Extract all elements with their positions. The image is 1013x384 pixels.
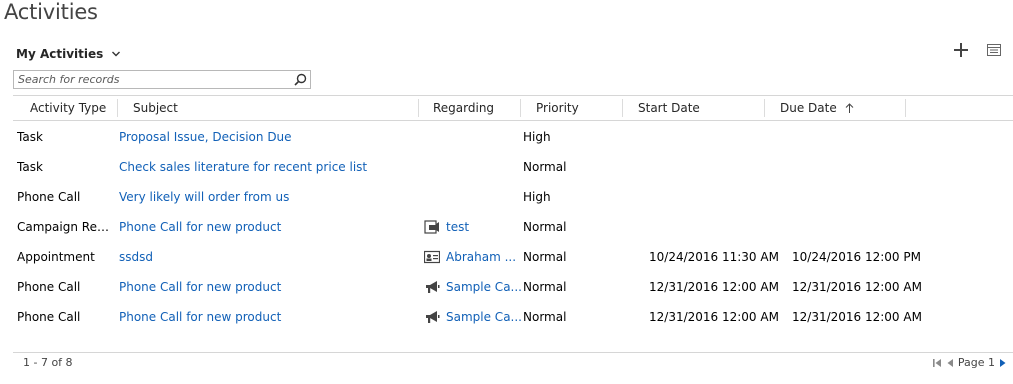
cell-priority: High — [523, 190, 551, 204]
header-bottom-divider — [13, 120, 1013, 121]
column-header-regarding[interactable]: Regarding — [433, 96, 494, 120]
cell-activity-type: Phone Call — [17, 310, 81, 324]
page-title: Activities — [4, 0, 98, 24]
column-header-activity-type[interactable]: Activity Type — [30, 96, 106, 120]
footer-divider — [13, 352, 1013, 353]
table-row[interactable]: Phone Call Phone Call for new product Samp… — [13, 302, 1013, 332]
first-page-icon[interactable] — [932, 358, 942, 368]
plus-icon[interactable] — [953, 42, 969, 58]
previous-page-icon[interactable] — [946, 358, 954, 368]
table-row[interactable]: Campaign Resp... Phone Call for new produ… — [13, 212, 1013, 242]
cell-subject-link[interactable]: ssdsd — [119, 242, 419, 272]
cell-regarding-link[interactable]: Sample Ca... — [446, 302, 522, 332]
cell-due-date: 12/31/2016 12:00 AM — [792, 280, 922, 294]
table-row[interactable]: Task Proposal Issue, Decision Due High — [13, 122, 1013, 152]
cell-start-date: 12/31/2016 12:00 AM — [649, 310, 779, 324]
cell-due-date — [792, 122, 932, 152]
column-header-priority[interactable]: Priority — [536, 96, 579, 120]
cell-subject-link[interactable]: Phone Call for new product — [119, 272, 419, 302]
cell-start-date — [649, 182, 789, 212]
cell-regarding[interactable]: Sample Ca... — [424, 302, 524, 332]
cell-due-date — [792, 152, 932, 182]
campaign-response-icon — [424, 220, 439, 234]
cell-regarding-link[interactable]: Sample Ca... — [446, 272, 522, 302]
column-header-start-date[interactable]: Start Date — [638, 96, 700, 120]
cell-priority: Normal — [523, 220, 567, 234]
cell-due-date: 12/31/2016 12:00 AM — [792, 310, 922, 324]
cell-subject-link[interactable]: Phone Call for new product — [119, 212, 419, 242]
cell-activity-type: Phone Call — [17, 280, 81, 294]
column-separator[interactable] — [117, 99, 118, 117]
grid-header: Activity Type Subject Regarding Priority… — [13, 96, 1013, 120]
cell-priority: Normal — [523, 310, 567, 324]
grid-view-icon[interactable] — [987, 44, 1001, 56]
cell-activity-type: Appointment — [17, 250, 95, 264]
view-selector-label: My Activities — [16, 47, 104, 61]
page-label: Page 1 — [957, 356, 995, 369]
search-icon[interactable] — [294, 73, 307, 86]
view-selector[interactable]: My Activities — [16, 47, 121, 61]
table-row[interactable]: Appointment ssdsd Abraham ... Normal 10/24/2… — [13, 242, 1013, 272]
column-header-subject[interactable]: Subject — [133, 96, 178, 120]
cell-activity-type: Task — [17, 160, 43, 174]
cell-start-date — [649, 122, 789, 152]
sort-ascending-icon — [845, 103, 853, 113]
table-row[interactable]: Phone Call Phone Call for new product Samp… — [13, 272, 1013, 302]
cell-start-date — [649, 152, 789, 182]
cell-start-date: 12/31/2016 12:00 AM — [649, 280, 779, 294]
next-page-icon[interactable] — [999, 358, 1007, 368]
table-row[interactable]: Phone Call Very likely will order from us… — [13, 182, 1013, 212]
cell-subject-link[interactable]: Proposal Issue, Decision Due — [119, 122, 419, 152]
column-separator[interactable] — [764, 99, 765, 117]
search-input[interactable] — [18, 72, 288, 87]
column-separator[interactable] — [622, 99, 623, 117]
cell-due-date — [792, 182, 932, 212]
cell-due-date — [792, 212, 932, 242]
cell-regarding-link[interactable]: Abraham ... — [446, 242, 516, 272]
cell-regarding — [424, 122, 524, 152]
cell-activity-type: Phone Call — [17, 190, 81, 204]
table-row[interactable]: Task Check sales literature for recent pr… — [13, 152, 1013, 182]
chevron-down-icon — [112, 51, 121, 57]
cell-regarding[interactable]: Sample Ca... — [424, 272, 524, 302]
grid-body: Task Proposal Issue, Decision Due High Task… — [13, 122, 1013, 332]
cell-priority: Normal — [523, 280, 567, 294]
cell-regarding — [424, 182, 524, 212]
cell-regarding[interactable]: Abraham ... — [424, 242, 524, 272]
cell-activity-type: Task — [17, 130, 43, 144]
pager: Page 1 — [932, 356, 1007, 369]
cell-regarding-link[interactable]: test — [446, 212, 469, 242]
cell-due-date: 10/24/2016 12:00 PM — [792, 250, 921, 264]
contact-card-icon — [424, 250, 440, 264]
cell-regarding — [424, 152, 524, 182]
cell-priority: Normal — [523, 250, 567, 264]
column-header-due-date[interactable]: Due Date — [780, 96, 854, 120]
cell-start-date: 10/24/2016 11:30 AM — [649, 250, 779, 264]
cell-priority: High — [523, 130, 551, 144]
column-separator[interactable] — [905, 99, 906, 117]
column-header-due-date-label: Due Date — [780, 101, 837, 115]
cell-priority: Normal — [523, 160, 567, 174]
record-count: 1 - 7 of 8 — [23, 356, 73, 369]
cell-activity-type: Campaign Resp... — [17, 220, 113, 234]
column-separator[interactable] — [418, 99, 419, 117]
cell-subject-link[interactable]: Phone Call for new product — [119, 302, 419, 332]
cell-subject-link[interactable]: Check sales literature for recent price … — [119, 152, 419, 182]
megaphone-icon — [426, 281, 440, 293]
column-separator[interactable] — [520, 99, 521, 117]
cell-start-date — [649, 212, 789, 242]
megaphone-icon — [426, 311, 440, 323]
toolbar — [953, 40, 1013, 62]
search-box — [13, 70, 311, 89]
cell-regarding[interactable]: test — [424, 212, 524, 242]
cell-subject-link[interactable]: Very likely will order from us — [119, 182, 419, 212]
